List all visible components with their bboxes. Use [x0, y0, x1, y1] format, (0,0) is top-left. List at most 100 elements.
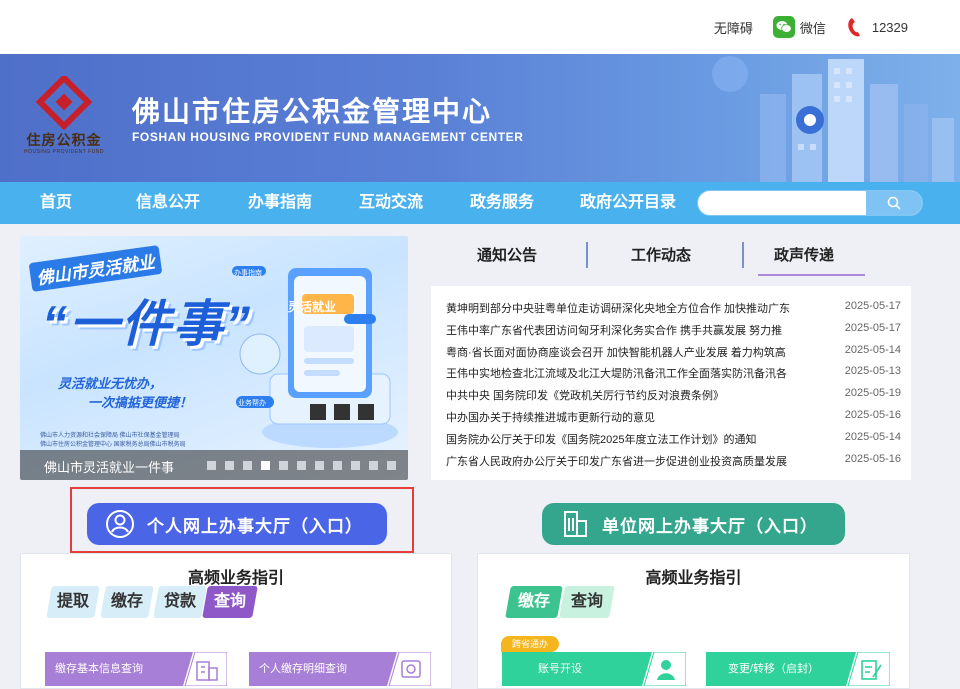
unit-hall-label: 单位网上办事大厅（入口） — [602, 516, 818, 536]
hero-caption: 佛山市灵活就业一件事 — [44, 460, 175, 475]
personal-guide-card: 高频业务指引 提取 缴存 贷款 查询 缴存基本信息查询 个人缴存明细查询 — [20, 553, 452, 689]
carousel-dot[interactable] — [225, 461, 234, 470]
header-banner: 住房公积金 HOUSING PROVIDENT FUND 佛山市住房公积金管理中… — [0, 54, 960, 182]
service-deposit-info-label: 缴存基本信息查询 — [55, 663, 143, 675]
wechat-icon — [772, 16, 795, 38]
news-date: 2025-05-14 — [844, 343, 901, 356]
nav-gov-services[interactable]: 政务服务 — [470, 182, 534, 224]
nav-gov-directory[interactable]: 政府公开目录 — [580, 182, 676, 224]
hero-tag-guide: 办事指南 — [234, 270, 262, 277]
pill-loan[interactable]: 贷款 — [153, 586, 207, 618]
news-title: 王伟中率广东省代表团访问匈牙利深化务实合作 携手共赢发展 努力推 — [446, 324, 783, 337]
site-title: 佛山市住房公积金管理中心 — [132, 96, 493, 127]
pill-deposit-label: 缴存 — [110, 593, 143, 610]
tab-divider — [586, 242, 588, 268]
wechat-link[interactable]: 微信 — [772, 16, 826, 38]
carousel-dot[interactable] — [279, 461, 288, 470]
news-date: 2025-05-13 — [844, 365, 901, 378]
pill-unit-deposit-label: 缴存 — [517, 593, 550, 610]
search-icon — [887, 196, 901, 210]
news-date: 2025-05-14 — [844, 430, 901, 443]
unit-guide-title: 高频业务指引 — [645, 570, 742, 587]
personal-hall-button[interactable]: 个人网上办事大厅（入口） — [87, 503, 387, 545]
wechat-label: 微信 — [799, 20, 826, 36]
hero-organizations: 佛山市人力资源和社会保障局 佛山市社保基金管理局 佛山市住房公积金管理中心 国家… — [40, 432, 186, 450]
phone-icon — [846, 16, 864, 38]
news-item[interactable]: 粤商·省长面对面协商座谈会召开 加快智能机器人产业发展 着力构筑高 2025-05… — [446, 340, 901, 362]
accessibility-link[interactable]: 无障碍 — [714, 18, 753, 37]
news-date: 2025-05-17 — [844, 300, 901, 312]
accessibility-label: 无障碍 — [713, 20, 753, 36]
nav-info-disclosure[interactable]: 信息公开 — [136, 182, 200, 224]
news-list: 黄坤明到部分中央驻粤单位走访调研深化央地全方位合作 加快推动广东 2025-05-… — [431, 286, 911, 480]
news-item[interactable]: 王伟中率广东省代表团访问匈牙利深化务实合作 携手共赢发展 努力推 2025-05-… — [446, 318, 901, 340]
tab-policy-voice[interactable]: 政声传递 — [774, 244, 834, 265]
news-title: 王伟中实地检查北江流域及北江大堤防汛备汛工作全面落实防汛备汛各 — [446, 368, 787, 381]
hero-caption-bar: 佛山市灵活就业一件事 — [20, 450, 408, 480]
personal-guide-title: 高频业务指引 — [187, 570, 284, 587]
hero-tag-assist: 业务帮办 — [238, 400, 266, 407]
site-title-english: FOSHAN HOUSING PROVIDENT FUND MANAGEMENT… — [132, 130, 524, 144]
pill-deposit[interactable]: 缴存 — [100, 586, 154, 618]
carousel-dot[interactable] — [333, 461, 342, 470]
news-item[interactable]: 国务院办公厅关于印发《国务院2025年度立法工作计划》的通知 2025-05-14 — [446, 427, 901, 449]
unit-hall-button[interactable]: 单位网上办事大厅（入口） — [542, 503, 845, 545]
service-deposit-detail-label: 个人缴存明细查询 — [259, 663, 347, 675]
service-change-transfer-label: 变更/转移（启封） — [728, 663, 820, 675]
carousel-dot[interactable] — [297, 461, 306, 470]
pill-query-label: 查询 — [213, 593, 246, 610]
news-date: 2025-05-16 — [844, 409, 901, 421]
tab-notices[interactable]: 通知公告 — [477, 244, 537, 265]
carousel-dot[interactable] — [243, 461, 252, 470]
main-nav: 首页 信息公开 办事指南 互动交流 政务服务 政府公开目录 — [0, 182, 960, 224]
pill-unit-deposit[interactable]: 缴存 — [505, 586, 563, 618]
news-item[interactable]: 广东省人民政府办公厅关于印发广东省进一步促进创业投资高质量发展 2025-05-1… — [446, 449, 901, 471]
carousel-dot[interactable] — [387, 461, 396, 470]
hero-org-line-2: 佛山市住房公积金管理中心 国家税务总局佛山市税务局 — [40, 442, 186, 448]
pill-withdraw-label: 提取 — [56, 593, 89, 610]
carousel-dot[interactable] — [261, 461, 270, 470]
tab-divider — [742, 242, 744, 268]
search-input[interactable] — [708, 194, 858, 212]
carousel-dot[interactable] — [369, 461, 378, 470]
active-tab-indicator — [758, 274, 865, 276]
nav-home[interactable]: 首页 — [40, 182, 72, 224]
pill-unit-query[interactable]: 查询 — [559, 586, 615, 618]
service-change-transfer[interactable]: 变更/转移（启封） — [706, 652, 890, 686]
news-item[interactable]: 王伟中实地检查北江流域及北江大堤防汛备汛工作全面落实防汛备汛各 2025-05-1… — [446, 361, 901, 383]
pill-withdraw[interactable]: 提取 — [46, 586, 100, 618]
carousel-dot[interactable] — [351, 461, 360, 470]
nav-service-guide[interactable]: 办事指南 — [248, 182, 312, 224]
pill-query[interactable]: 查询 — [202, 586, 258, 618]
news-item[interactable]: 中办国办关于持续推进城市更新行动的意见 2025-05-16 — [446, 405, 901, 427]
unit-guide-card: 高频业务指引 缴存 查询 账号开设 变更/转移（启封） — [477, 553, 910, 689]
top-utility-bar: 无障碍 微信 12329 — [0, 0, 960, 54]
pill-loan-label: 贷款 — [163, 593, 196, 610]
pill-unit-query-label: 查询 — [570, 593, 603, 610]
service-account-opening[interactable]: 账号开设 — [502, 652, 686, 686]
carousel-dot[interactable] — [315, 461, 324, 470]
hero-org-line-1: 佛山市人力资源和社会保障局 佛山市社保基金管理局 — [40, 433, 180, 439]
site-logo[interactable]: 住房公积金 HOUSING PROVIDENT FUND — [14, 73, 114, 160]
news-item[interactable]: 黄坤明到部分中央驻粤单位走访调研深化央地全方位合作 加快推动广东 2025-05-… — [446, 296, 901, 318]
hero-illustration — [232, 266, 398, 448]
news-title: 黄坤明到部分中央驻粤单位走访调研深化央地全方位合作 加快推动广东 — [446, 303, 791, 315]
logo-text: 住房公积金 — [26, 133, 102, 149]
nav-interaction[interactable]: 互动交流 — [359, 182, 423, 224]
tab-work-news[interactable]: 工作动态 — [631, 244, 691, 265]
hotline-link[interactable]: 12329 — [846, 16, 908, 38]
hero-subtitle-2: 一次搞掂更便捷！ — [88, 395, 193, 410]
search-button[interactable] — [866, 191, 922, 215]
personal-hall-label: 个人网上办事大厅（入口） — [147, 516, 363, 536]
hero-carousel[interactable]: 佛山市灵活就业 “一件事” 灵活就业无忧办， 一次搞掂更便捷！ 佛山市人力资源和… — [20, 236, 408, 480]
news-item[interactable]: 中共中央 国务院印发《党政机关厉行节约反对浪费条例》 2025-05-19 — [446, 383, 901, 405]
news-title: 广东省人民政府办公厅关于印发广东省进一步促进创业投资高质量发展 — [446, 455, 787, 468]
hotline-number: 12329 — [871, 19, 908, 35]
building-icon — [564, 511, 587, 537]
city-skyline-illustration — [712, 56, 954, 182]
carousel-dot[interactable] — [207, 461, 216, 470]
service-personal-deposit-detail[interactable]: 个人缴存明细查询 — [249, 652, 431, 686]
news-title: 国务院办公厅关于印发《国务院2025年度立法工作计划》的通知 — [446, 433, 757, 446]
cross-province-tag: 跨省通办 — [501, 636, 559, 652]
service-deposit-info-query[interactable]: 缴存基本信息查询 — [45, 652, 227, 686]
